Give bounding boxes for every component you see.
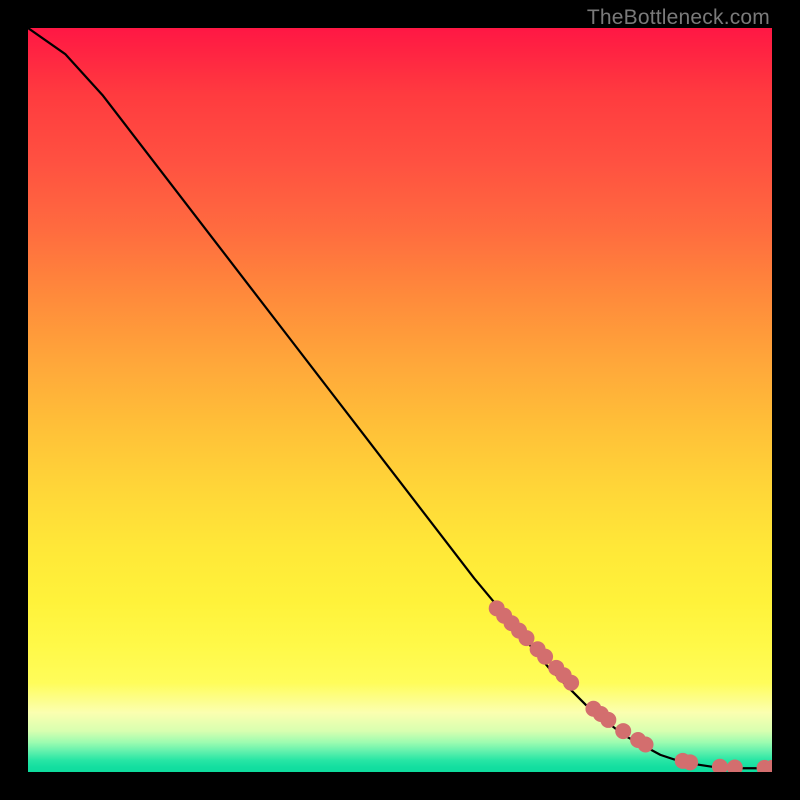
curve-layer bbox=[28, 28, 772, 768]
data-point bbox=[712, 759, 728, 772]
data-point bbox=[727, 760, 743, 772]
data-point bbox=[638, 736, 654, 752]
bottleneck-curve bbox=[28, 28, 772, 768]
watermark-text: TheBottleneck.com bbox=[587, 6, 770, 30]
data-point bbox=[600, 712, 616, 728]
data-point bbox=[563, 675, 579, 691]
data-point bbox=[615, 723, 631, 739]
plot-area bbox=[28, 28, 772, 772]
chart-svg bbox=[28, 28, 772, 772]
data-point bbox=[682, 754, 698, 770]
chart-frame: TheBottleneck.com bbox=[0, 0, 800, 800]
scatter-layer bbox=[489, 600, 772, 772]
